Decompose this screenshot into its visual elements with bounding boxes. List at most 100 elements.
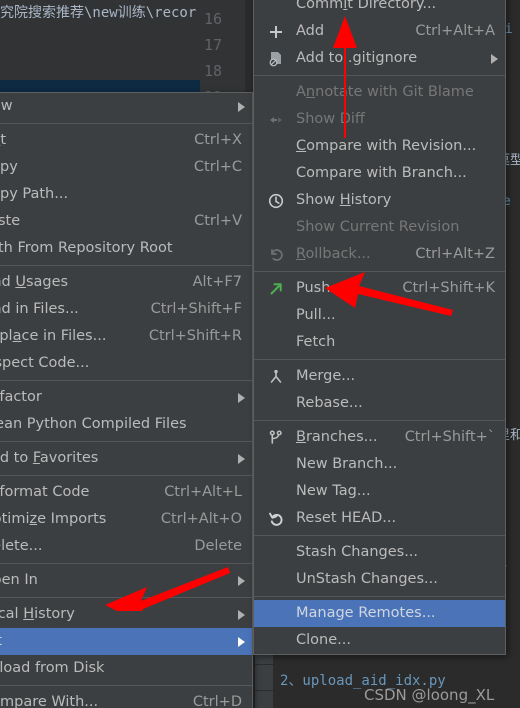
editor-context-menu[interactable]: New Cut Ctrl+X Copy Ctrl+C Copy Path... Paste C… [0,92,253,708]
context-menu-item-cut[interactable]: Cut Ctrl+X [0,127,252,154]
reset-icon [266,505,286,532]
menu-item-label: UnStash Changes... [296,571,438,587]
menu-separator [254,596,505,597]
context-menu-item-delete[interactable]: Delete... Delete [0,533,252,560]
menu-item-shortcut: Ctrl+Shift+F [150,301,242,317]
menu-item-shortcut: Ctrl+C [193,159,242,175]
git-submenu-item-merge[interactable]: Merge... [254,363,505,390]
context-menu-item-inspect-code[interactable]: Inspect Code... [0,350,252,377]
git-submenu-item-rebase[interactable]: Rebase... [254,390,505,417]
menu-item-label: Show Diff [296,111,365,127]
git-submenu-item-rollback: Rollback... Ctrl+Alt+Z [254,241,505,268]
editor-path-text: 究院搜索推荐\new训练\recor [0,5,197,21]
submenu-chevron-icon [238,393,245,403]
git-submenu-item-new-branch[interactable]: New Branch... [254,451,505,478]
menu-item-label: Compare with Branch... [296,165,467,181]
git-submenu-item-add[interactable]: Add Ctrl+Alt+A [254,18,505,45]
menu-separator [0,685,252,686]
screenshot-root: 究院搜索推荐\new训练\recor 16 17 18 19 ai 莫型 re … [0,0,520,708]
menu-item-shortcut: Ctrl+Alt+A [415,23,495,39]
menu-item-shortcut: Ctrl+X [194,132,242,148]
menu-item-label: Cut [0,132,7,148]
context-menu-item-git[interactable]: Git [0,628,252,655]
git-submenu[interactable]: Commit Directory... Add Ctrl+Alt+A Add to .… [253,0,506,655]
git-submenu-item-unstash-changes[interactable]: UnStash Changes... [254,566,505,593]
context-menu-item-reload-from-disk[interactable]: Reload from Disk [0,655,252,682]
git-submenu-item-annotate-with-git-blame: Annotate with Git Blame [254,79,505,106]
git-submenu-item-reset-head[interactable]: Reset HEAD... [254,505,505,532]
menu-item-shortcut: Ctrl+Alt+O [160,511,242,527]
context-menu-item-reformat-code[interactable]: Reformat Code Ctrl+Alt+L [0,479,252,506]
context-menu-item-paste[interactable]: Paste Ctrl+V [0,208,252,235]
menu-item-label: Merge... [296,368,356,384]
menu-separator [254,420,505,421]
git-submenu-item-manage-remotes[interactable]: Manage Remotes... [254,600,505,627]
line-number: 17 [204,36,223,54]
context-menu-item-find-usages[interactable]: Find Usages Alt+F7 [0,269,252,296]
menu-item-label: New Tag... [296,483,371,499]
context-menu-item-clean-python-compiled-files[interactable]: Clean Python Compiled Files [0,411,252,438]
menu-item-label: Clean Python Compiled Files [0,416,187,432]
menu-item-label: Manage Remotes... [296,605,436,621]
context-menu-item-local-history[interactable]: Local History [0,601,252,628]
context-menu-item-refactor[interactable]: Refactor [0,384,252,411]
rollback-icon [266,241,286,268]
menu-separator [254,271,505,272]
git-submenu-item-add-to-gitignore[interactable]: Add to .gitignore [254,45,505,72]
menu-item-shortcut: Ctrl+Shift+` [404,429,495,445]
menu-item-label: Stash Changes... [296,544,419,560]
menu-item-label: Annotate with Git Blame [296,84,474,100]
menu-separator [254,359,505,360]
submenu-chevron-icon [238,576,245,586]
git-submenu-item-pull[interactable]: Pull... [254,302,505,329]
context-menu-item-find-in-files[interactable]: Find in Files... Ctrl+Shift+F [0,296,252,323]
git-submenu-item-show-diff: Show Diff [254,106,505,133]
context-menu-item-path-from-repository-root[interactable]: Path From Repository Root [0,235,252,262]
menu-item-shortcut: Ctrl+V [194,213,242,229]
merge-icon [266,363,286,390]
git-submenu-item-push[interactable]: Push... Ctrl+Shift+K [254,275,505,302]
menu-item-label: New [0,98,13,114]
menu-separator [0,265,252,266]
git-submenu-item-clone[interactable]: Clone... [254,627,505,654]
menu-separator [0,475,252,476]
git-submenu-item-stash-changes[interactable]: Stash Changes... [254,539,505,566]
menu-item-label: Fetch [296,334,336,350]
context-menu-item-add-to-favorites[interactable]: Add to Favorites [0,445,252,472]
git-submenu-item-show-history[interactable]: Show History [254,187,505,214]
menu-item-label: Show Current Revision [296,219,460,235]
git-submenu-item-compare-with-branch[interactable]: Compare with Branch... [254,160,505,187]
context-menu-item-replace-in-files[interactable]: Replace in Files... Ctrl+Shift+R [0,323,252,350]
menu-item-label: Inspect Code... [0,355,90,371]
menu-item-shortcut: Ctrl+Alt+L [164,484,242,500]
git-submenu-item-new-tag[interactable]: New Tag... [254,478,505,505]
menu-item-label: Replace in Files... [0,328,107,344]
context-menu-item-new[interactable]: New [0,93,252,120]
git-submenu-item-commit-directory[interactable]: Commit Directory... [254,0,505,18]
menu-item-label: Find in Files... [0,301,79,317]
menu-item-label: Rebase... [296,395,363,411]
context-menu-item-compare-with[interactable]: Compare With... Ctrl+D [0,689,252,708]
menu-item-label: Local History [0,606,75,622]
submenu-chevron-icon [238,637,245,647]
menu-item-label: Clone... [296,632,351,648]
git-submenu-item-branches[interactable]: Branches... Ctrl+Shift+` [254,424,505,451]
context-menu-item-open-in[interactable]: Open In [0,567,252,594]
submenu-chevron-icon [238,102,245,112]
context-menu-item-optimize-imports[interactable]: Optimize Imports Ctrl+Alt+O [0,506,252,533]
submenu-chevron-icon [491,54,498,64]
menu-item-label: Rollback... [296,246,371,262]
menu-item-label: Reset HEAD... [296,510,397,526]
menu-item-label: Path From Repository Root [0,240,173,256]
context-menu-item-copy-path[interactable]: Copy Path... [0,181,252,208]
menu-item-label: Copy Path... [0,186,69,202]
menu-item-label: Push... [296,280,345,296]
context-menu-item-copy[interactable]: Copy Ctrl+C [0,154,252,181]
git-submenu-item-fetch[interactable]: Fetch [254,329,505,356]
menu-separator [254,535,505,536]
editor-current-line-highlight [0,80,200,92]
git-submenu-item-compare-with-revision[interactable]: Compare with Revision... [254,133,505,160]
menu-item-label: Branches... [296,429,378,445]
line-number: 18 [204,62,223,80]
clock-icon [266,187,286,214]
